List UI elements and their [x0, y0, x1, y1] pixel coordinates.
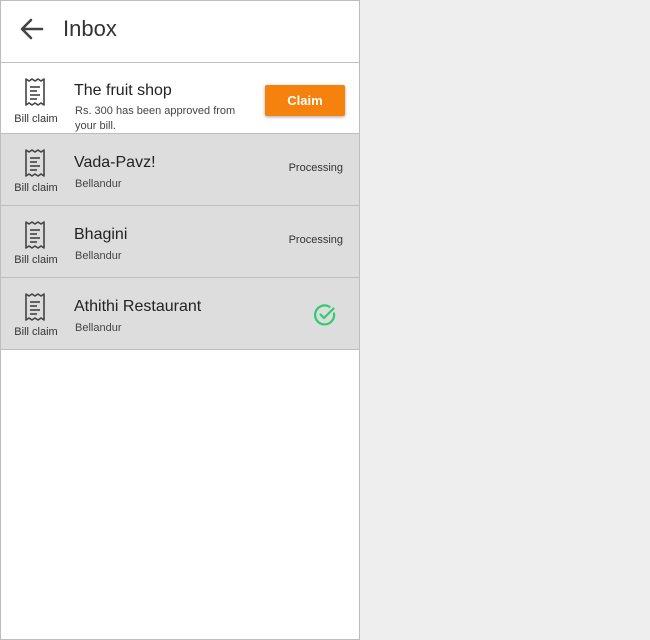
- inbox-item[interactable]: Bill claim Bhagini Bellandur Processing: [1, 206, 359, 278]
- merchant-location: Bellandur: [75, 322, 122, 334]
- merchant-name: The fruit shop: [74, 82, 172, 99]
- bill-claim-label: Bill claim: [14, 326, 58, 338]
- inbox-item[interactable]: Bill claim Vada-Pavz! Bellandur Processi…: [1, 134, 359, 206]
- app-header: Inbox: [1, 1, 359, 63]
- receipt-icon: [24, 77, 46, 107]
- check-circle-icon: [313, 303, 337, 327]
- merchant-location: Bellandur: [75, 250, 122, 262]
- receipt-icon: [24, 148, 46, 178]
- receipt-icon: [24, 220, 46, 250]
- app-screen: Inbox Bill claim The fruit shop Rs. 300 …: [0, 0, 360, 640]
- arrow-left-icon[interactable]: [15, 12, 49, 46]
- receipt-icon: [24, 292, 46, 322]
- item-message: Rs. 300 has been approved from your bill…: [75, 105, 236, 132]
- bill-claim-label: Bill claim: [14, 113, 58, 125]
- merchant-name: Bhagini: [74, 226, 128, 243]
- status-label: Processing: [288, 234, 343, 246]
- status-label: Processing: [288, 162, 343, 174]
- inbox-list: Bill claim The fruit shop Rs. 300 has be…: [1, 63, 359, 350]
- inbox-item[interactable]: Bill claim Athithi Restaurant Bellandur: [1, 278, 359, 350]
- inbox-item[interactable]: Bill claim The fruit shop Rs. 300 has be…: [1, 63, 359, 134]
- page-title: Inbox: [63, 16, 117, 41]
- bill-claim-label: Bill claim: [14, 254, 58, 266]
- bill-claim-label: Bill claim: [14, 182, 58, 194]
- claim-button[interactable]: Claim: [265, 85, 345, 116]
- merchant-location: Bellandur: [75, 178, 122, 190]
- merchant-name: Vada-Pavz!: [74, 154, 156, 171]
- merchant-name: Athithi Restaurant: [74, 298, 202, 315]
